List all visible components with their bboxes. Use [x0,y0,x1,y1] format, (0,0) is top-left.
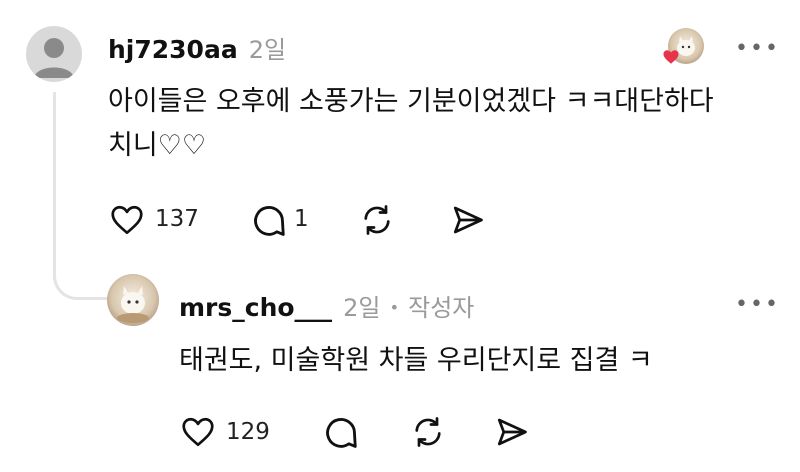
reply-count: 1 [294,206,309,232]
comment-icon[interactable] [322,414,360,452]
comment-icon[interactable] [250,202,288,240]
reply-text: 태권도, 미술학원 차들 우리단지로 집결 ㅋ [179,345,653,376]
reply-timestamp: 2일 [343,294,381,322]
author-badge: 작성자 [408,294,475,322]
reply-header: mrs_cho___ 2일 • 작성자 [179,288,474,323]
heart-icon[interactable] [108,202,146,238]
reply-like-count: 129 [226,419,270,445]
timestamp: 2일 [248,36,287,64]
thread-line [53,92,113,300]
more-options-button[interactable]: ••• [735,36,780,61]
username[interactable]: hj7230aa [108,35,238,64]
share-icon[interactable] [494,414,530,450]
share-icon[interactable] [450,202,486,238]
heart-icon[interactable] [179,414,217,450]
comment-text: 아이들은 오후에 소풍가는 기분이었겠다 ㅋㅋ대단하다 치니♡♡ [108,86,714,161]
avatar-default[interactable] [26,26,82,82]
cat-avatar-image [117,286,149,323]
separator-dot: • [389,298,400,317]
heart-badge-icon [662,48,680,70]
person-icon [34,38,74,78]
reply-more-options-button[interactable]: ••• [735,292,780,317]
like-count: 137 [155,206,199,232]
reply-avatar[interactable] [107,274,159,326]
repost-icon[interactable] [410,414,446,450]
reply-username[interactable]: mrs_cho___ [179,293,332,322]
repost-icon[interactable] [359,202,395,238]
comment-header: hj7230aa 2일 [108,30,286,65]
